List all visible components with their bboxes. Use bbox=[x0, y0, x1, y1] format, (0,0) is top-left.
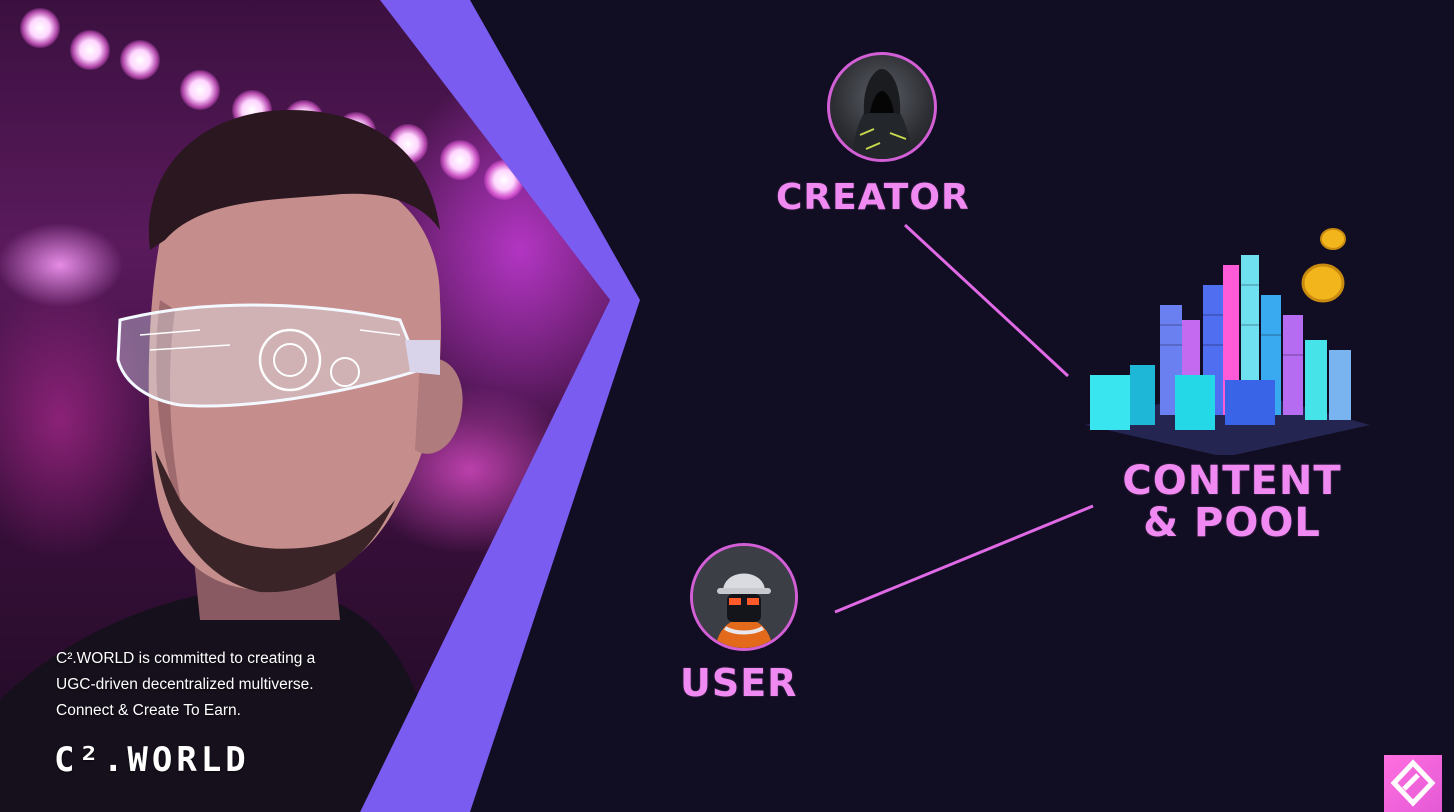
user-avatar bbox=[690, 543, 798, 651]
city-illustration bbox=[1085, 228, 1370, 455]
user-connector-line bbox=[834, 504, 1094, 614]
creator-label: CREATOR bbox=[776, 177, 970, 218]
content-label-line: & POOL bbox=[1143, 500, 1321, 546]
creator-connector-line bbox=[903, 223, 1070, 378]
slide: C².WORLD is committed to creating a UGC-… bbox=[0, 0, 1454, 812]
brand-diamond-icon bbox=[1384, 755, 1442, 812]
coin-icon bbox=[1301, 263, 1345, 303]
coin-icon bbox=[1320, 228, 1346, 250]
creator-avatar bbox=[827, 52, 937, 162]
bucket-hat-character-icon bbox=[693, 546, 795, 648]
user-label: USER bbox=[680, 661, 798, 705]
content-label-line: CONTENT bbox=[1122, 458, 1342, 504]
content-pool-label: CONTENT & POOL bbox=[1112, 460, 1352, 544]
hooded-figure-icon bbox=[852, 69, 912, 159]
